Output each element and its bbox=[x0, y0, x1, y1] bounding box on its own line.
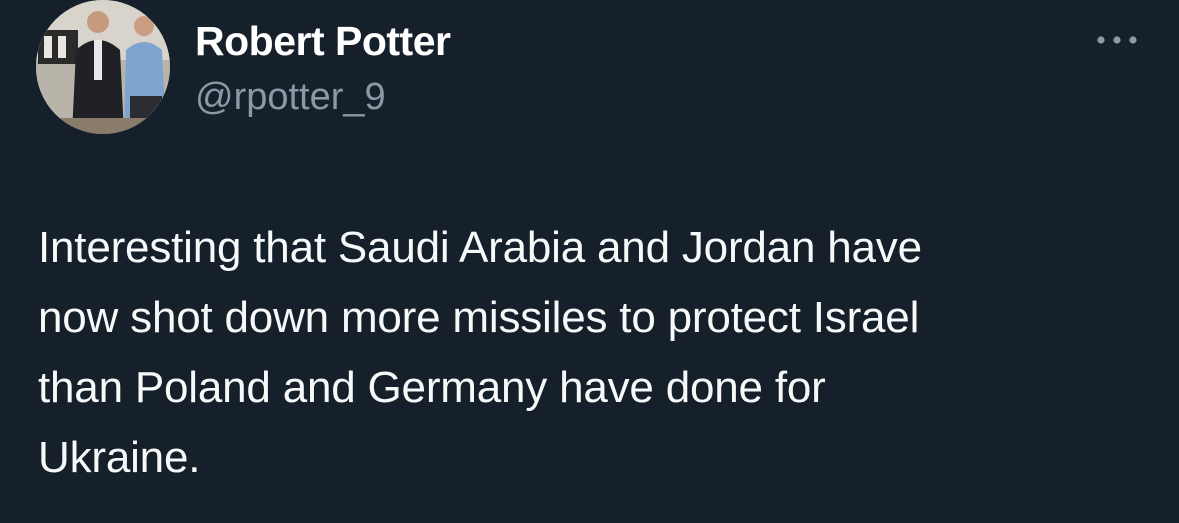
author-avatar[interactable] bbox=[36, 0, 170, 134]
tweet-card: Robert Potter @rpotter_9 Interesting tha… bbox=[0, 0, 1179, 523]
more-options-icon bbox=[1097, 36, 1137, 44]
avatar-photo-icon bbox=[36, 0, 170, 134]
tweet-text-line: Interesting that Saudi Arabia and Jordan… bbox=[38, 223, 922, 272]
more-options-button[interactable] bbox=[1088, 22, 1146, 58]
tweet-text-line: than Poland and Germany have done for bbox=[38, 363, 826, 412]
author-display-name[interactable]: Robert Potter bbox=[195, 18, 451, 65]
tweet-text-line: now shot down more missiles to protect I… bbox=[38, 293, 920, 342]
author-handle[interactable]: @rpotter_9 bbox=[195, 76, 386, 119]
tweet-text: Interesting that Saudi Arabia and Jordan… bbox=[38, 213, 1148, 493]
tweet-text-line: Ukraine. bbox=[38, 433, 201, 482]
